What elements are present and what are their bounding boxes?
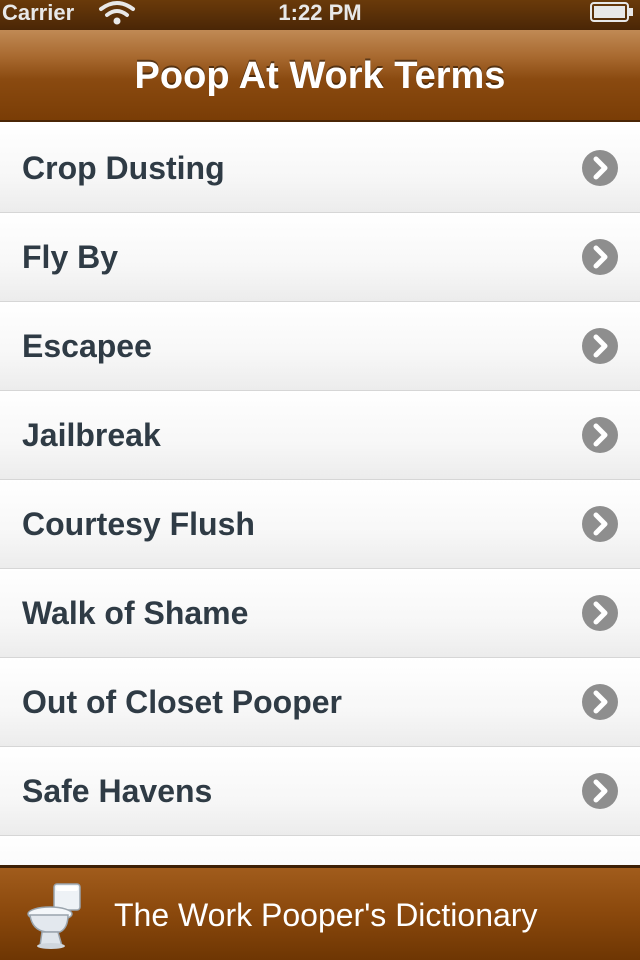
list-item-label: Fly By bbox=[22, 239, 119, 275]
list-item-label: Courtesy Flush bbox=[22, 506, 255, 542]
chevron-right-circle-icon[interactable] bbox=[581, 149, 619, 187]
footer-title: The Work Pooper's Dictionary bbox=[114, 897, 538, 933]
chevron-right-circle-icon[interactable] bbox=[581, 327, 619, 365]
page-title: Poop At Work Terms bbox=[134, 55, 506, 97]
list-item-partial[interactable] bbox=[0, 836, 640, 865]
chevron-right-circle-icon[interactable] bbox=[581, 238, 619, 276]
chevron-right-circle-icon[interactable] bbox=[581, 772, 619, 810]
list-item-safe-havens[interactable]: Safe Havens bbox=[0, 747, 640, 836]
list-item-label: Walk of Shame bbox=[22, 595, 249, 631]
list-item-jailbreak[interactable]: Jailbreak bbox=[0, 391, 640, 480]
chevron-right-circle-icon[interactable] bbox=[581, 594, 619, 632]
battery-icon bbox=[590, 2, 633, 22]
list-item-escapee[interactable]: Escapee bbox=[0, 302, 640, 391]
list-item-courtesy-flush[interactable]: Courtesy Flush bbox=[0, 480, 640, 569]
list-item-label: Escapee bbox=[22, 328, 152, 364]
list-item-label: Safe Havens bbox=[22, 773, 213, 809]
chevron-right-circle-icon[interactable] bbox=[581, 683, 619, 721]
list-item-out-of-closet-pooper[interactable]: Out of Closet Pooper bbox=[0, 658, 640, 747]
list-item-walk-of-shame[interactable]: Walk of Shame bbox=[0, 569, 640, 658]
list-item-crop-dusting[interactable]: Crop Dusting bbox=[0, 124, 640, 213]
terms-list[interactable]: Crop Dusting Fly By Escapee Jailbreak Co… bbox=[0, 124, 640, 865]
toilet-icon bbox=[27, 883, 81, 949]
chevron-right-circle-icon[interactable] bbox=[581, 416, 619, 454]
list-item-label: Jailbreak bbox=[22, 417, 161, 453]
status-bar: Carrier 1:22 PM bbox=[0, 0, 640, 30]
list-item-label: Crop Dusting bbox=[22, 150, 225, 186]
navigation-bar: Poop At Work Terms bbox=[0, 30, 640, 122]
list-item-label: Out of Closet Pooper bbox=[22, 684, 342, 720]
footer-banner[interactable]: The Work Pooper's Dictionary bbox=[0, 865, 640, 960]
chevron-right-circle-icon[interactable] bbox=[581, 505, 619, 543]
status-time: 1:22 PM bbox=[278, 0, 362, 25]
app-screen: Carrier 1:22 PM Poop At Work Terms Crop … bbox=[0, 0, 640, 960]
list-item-fly-by[interactable]: Fly By bbox=[0, 213, 640, 302]
